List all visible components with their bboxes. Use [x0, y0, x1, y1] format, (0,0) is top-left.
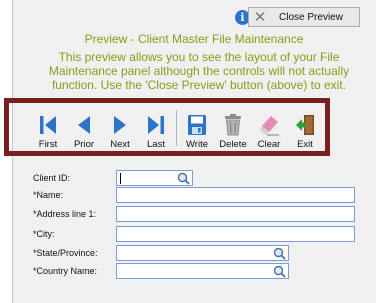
- next-button[interactable]: Next: [102, 108, 138, 150]
- close-preview-button[interactable]: ✕ Close Preview: [248, 7, 360, 27]
- city-label: *City:: [33, 229, 55, 239]
- state-province-label: *State/Province:: [33, 248, 98, 258]
- delete-button[interactable]: Delete: [215, 108, 251, 150]
- exit-label: Exit: [297, 139, 313, 150]
- toolbar: First Prior Next Last Write Delete Clear…: [30, 108, 323, 150]
- city-input[interactable]: [116, 226, 355, 242]
- delete-label: Delete: [219, 139, 247, 150]
- close-preview-label: Close Preview: [279, 11, 343, 23]
- write-button[interactable]: Write: [179, 108, 215, 150]
- exit-button[interactable]: Exit: [287, 108, 323, 150]
- write-label: Write: [186, 139, 208, 150]
- name-label: *Name:: [33, 190, 64, 200]
- next-icon: [114, 116, 126, 134]
- first-label: First: [38, 139, 58, 150]
- save-icon: [188, 115, 206, 135]
- clear-label: Clear: [257, 139, 281, 150]
- last-label: Last: [147, 139, 165, 150]
- country-name-label: *Country Name:: [33, 266, 98, 276]
- preview-title: Preview - Client Master File Maintenance: [84, 32, 304, 46]
- close-icon: ✕: [253, 8, 267, 26]
- country-name-input[interactable]: [116, 263, 289, 279]
- client-id-label: Client ID:: [33, 173, 71, 183]
- eraser-icon: [260, 116, 279, 136]
- prior-icon: [78, 116, 90, 134]
- search-icon[interactable]: [273, 247, 286, 260]
- last-button[interactable]: Last: [138, 108, 174, 150]
- preview-description: This preview allows you to see the layou…: [48, 50, 350, 92]
- clear-button[interactable]: Clear: [251, 108, 287, 150]
- name-input[interactable]: [116, 187, 355, 203]
- prior-button[interactable]: Prior: [66, 108, 102, 150]
- toolbar-separator: [176, 110, 177, 146]
- exit-icon: [296, 115, 314, 135]
- first-icon: [40, 116, 56, 134]
- text-cursor: [120, 173, 121, 184]
- next-label: Next: [110, 139, 130, 150]
- client-id-input[interactable]: [116, 170, 193, 186]
- search-icon[interactable]: [273, 265, 286, 278]
- address-line-1-input[interactable]: [116, 206, 355, 222]
- address-line-1-label: *Address line 1:: [33, 209, 97, 219]
- first-button[interactable]: First: [30, 108, 66, 150]
- trash-icon: [225, 114, 241, 136]
- state-province-input[interactable]: [116, 245, 289, 261]
- prior-label: Prior: [73, 139, 95, 150]
- search-icon[interactable]: [177, 172, 190, 185]
- last-icon: [148, 116, 164, 134]
